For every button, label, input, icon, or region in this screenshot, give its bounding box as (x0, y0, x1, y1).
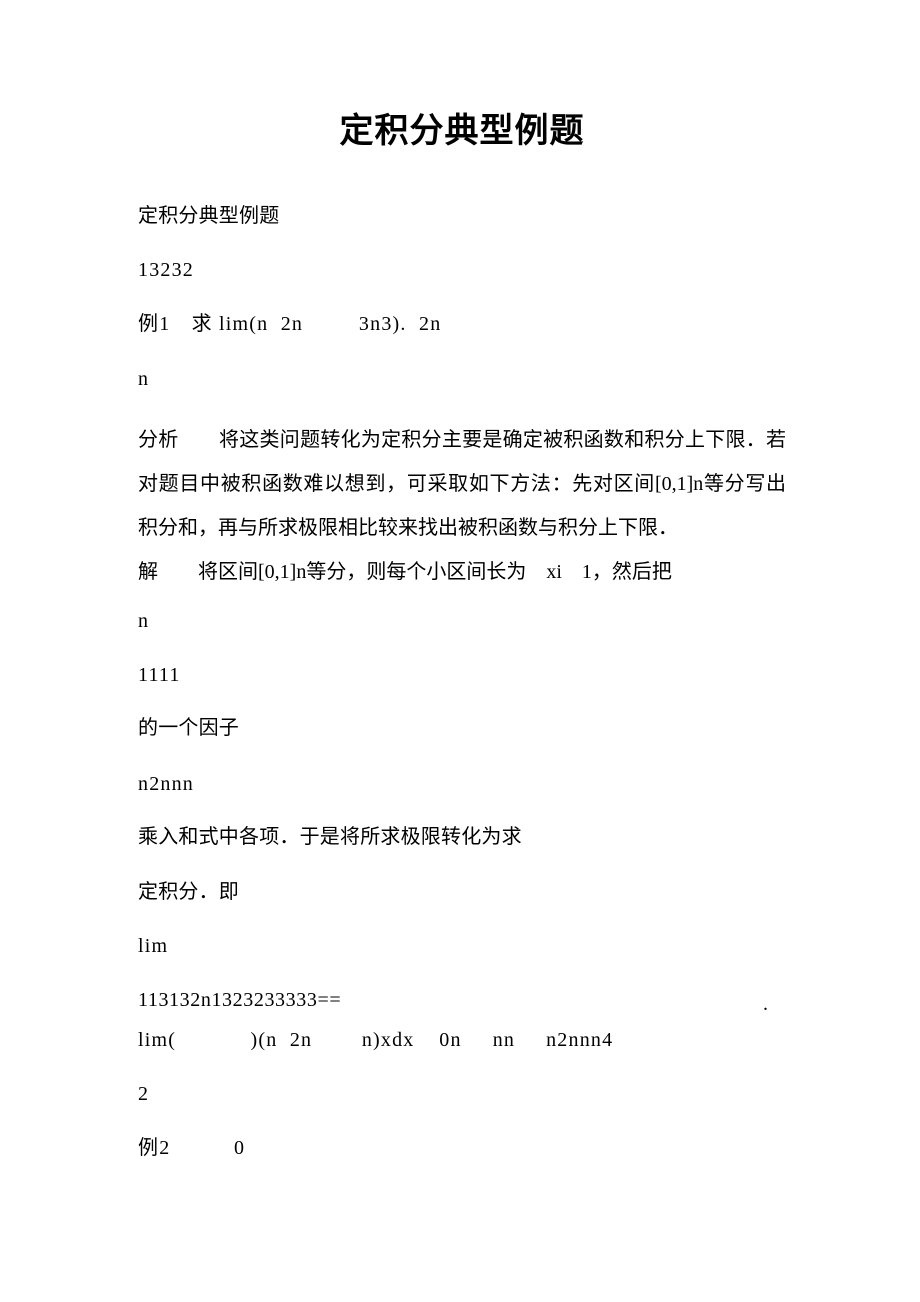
solution-line-1: 解 将区间[0,1]n等分，则每个小区间长为 xi 1，然后把 (138, 561, 672, 583)
example-1-subscript-line: n (138, 368, 150, 390)
analysis-paragraph: 分析 将这类问题转化为定积分主要是确定被积函数和积分上下限．若对题目中被积函数难… (138, 429, 786, 539)
solution-line-10: lim( )(n 2n n)xdx 0n nn n2nnn4 (138, 1029, 614, 1051)
example-2-line: 例2 0 (138, 1137, 246, 1159)
solution-line-6: 乘入和式中各项．于是将所求极限转化为求 (138, 826, 522, 848)
solution-line-11: 2 (138, 1083, 150, 1105)
heading-repeat-line: 定积分典型例题 (138, 205, 280, 227)
example-1-line: 例1 求 lim(n 2n 3n3). 2n (138, 313, 442, 335)
solution-line-7: 定积分．即 (138, 881, 239, 903)
solution-line-9: 113132n1323233333== (138, 989, 342, 1011)
page-title: 定积分典型例题 (339, 113, 585, 150)
document-page: 定积分典型例题 定积分典型例题 13232 例1 求 lim(n 2n 3n3)… (0, 0, 920, 1302)
solution-line-5: n2nnn (138, 773, 194, 795)
solution-line-2: n (138, 610, 150, 632)
solution-line-4: 的一个因子 (138, 717, 239, 739)
solution-line-8: lim (138, 935, 169, 957)
page-number-line: 13232 (138, 259, 194, 281)
solution-line-3: 1111 (138, 664, 181, 686)
stray-period-glyph: . (763, 993, 770, 1015)
